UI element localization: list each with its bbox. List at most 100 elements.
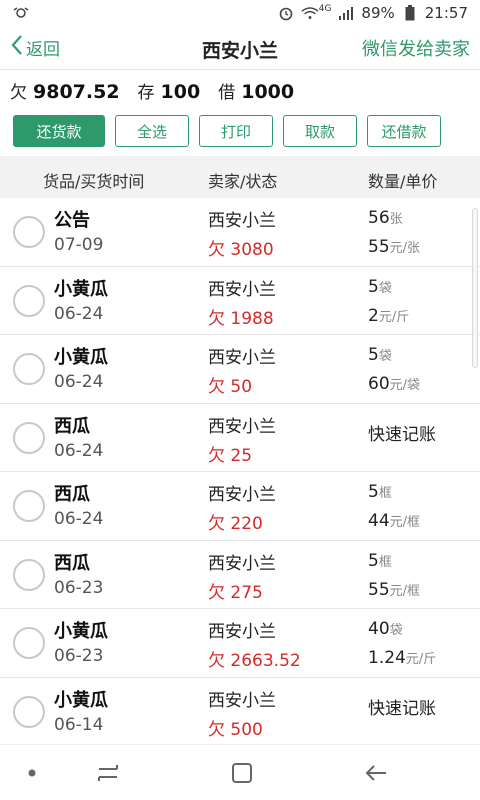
select-radio[interactable] xyxy=(13,284,45,317)
signal-icon xyxy=(337,5,355,21)
price-value: 60 xyxy=(368,374,390,394)
clock: 21:57 xyxy=(424,4,468,22)
select-radio[interactable] xyxy=(13,353,45,385)
price-unit: 元/框 xyxy=(389,583,421,599)
status-bar: 4G 89% 21:57 xyxy=(0,0,480,26)
wechat-send-seller-button[interactable]: 微信发给卖家 xyxy=(362,35,470,61)
purchase-date: 06-24 xyxy=(54,372,104,392)
quantity-value: 5 xyxy=(368,550,379,571)
wifi-icon xyxy=(301,5,319,21)
select-radio[interactable] xyxy=(13,695,45,728)
goods-name: 西瓜 xyxy=(54,415,90,437)
list-item[interactable]: 公告 07-09 西安小兰欠 3080 56张 55元/张 xyxy=(0,198,480,267)
price-value: 1.24 xyxy=(368,648,406,668)
seller-name: 西安小兰 xyxy=(208,553,276,574)
select-radio[interactable] xyxy=(13,490,45,522)
network-label: 4G xyxy=(318,4,332,14)
battery-icon xyxy=(401,5,419,21)
owe-amount: 欠 1988 xyxy=(208,308,274,329)
battery-percent: 89% xyxy=(361,4,395,22)
quick-entry-label: 快速记账 xyxy=(368,424,436,445)
select-all-button[interactable]: 全选 xyxy=(115,115,189,147)
unit-price: 1.24元/斤 xyxy=(368,648,436,668)
quantity: 40袋 xyxy=(368,619,403,639)
purchase-date: 06-24 xyxy=(54,303,104,324)
table-header: 货品/买货时间 卖家/状态 数量/单价 xyxy=(0,156,480,198)
chevron-left-icon xyxy=(10,34,24,61)
price-value: 44 xyxy=(368,511,390,531)
unit-price: 44元/框 xyxy=(368,511,420,531)
quantity-value: 5 xyxy=(368,482,379,502)
print-button[interactable]: 打印 xyxy=(199,115,273,147)
quantity: 56张 xyxy=(368,208,403,228)
borrow-summary: 借 1000 xyxy=(218,78,294,103)
purchase-list: 公告 07-09 西安小兰欠 3080 56张 55元/张 小黄瓜 06-24 西安小兰欠 1… xyxy=(0,198,480,746)
owe-amount: 欠 500 xyxy=(208,719,263,740)
scrollbar[interactable] xyxy=(472,208,478,368)
status-right: 4G 89% 21:57 xyxy=(277,4,468,22)
price-unit: 元/张 xyxy=(389,241,421,256)
seller-name: 西安小兰 xyxy=(208,485,276,505)
unit-price: 55元/框 xyxy=(368,580,420,600)
borrow-value: 1000 xyxy=(241,80,295,103)
quantity-unit: 框 xyxy=(378,486,392,501)
owe-value: 9807.52 xyxy=(33,80,120,103)
list-item[interactable]: 小黄瓜 06-24 西安小兰欠 1988 5袋 2元/斤 xyxy=(0,267,480,335)
price-unit: 元/框 xyxy=(389,515,421,530)
sync-icon xyxy=(12,5,30,21)
recent-apps-icon[interactable] xyxy=(94,759,122,787)
system-navigation-bar xyxy=(0,744,480,800)
quantity-unit: 袋 xyxy=(389,623,403,638)
quantity-unit: 袋 xyxy=(378,349,392,364)
list-item[interactable]: 西瓜 06-23 西安小兰欠 275 5框 55元/框 xyxy=(0,541,480,609)
purchase-date: 06-24 xyxy=(54,509,104,529)
alarm-icon xyxy=(277,5,295,21)
list-item[interactable]: 小黄瓜 06-14 西安小兰欠 500 快速记账 xyxy=(0,678,480,746)
home-icon[interactable] xyxy=(228,759,256,787)
goods-name: 公告 xyxy=(54,210,90,231)
withdraw-button[interactable]: 取款 xyxy=(283,115,357,147)
price-unit: 元/斤 xyxy=(405,652,437,667)
unit-price: 60元/袋 xyxy=(368,374,420,394)
select-radio[interactable] xyxy=(13,558,45,591)
select-radio[interactable] xyxy=(13,216,45,248)
price-value: 2 xyxy=(368,305,379,326)
stock-summary: 存 100 xyxy=(138,78,201,103)
quantity: 5袋 xyxy=(368,345,392,365)
goods-name: 小黄瓜 xyxy=(54,621,108,642)
list-item[interactable]: 小黄瓜 06-24 西安小兰欠 50 5袋 60元/袋 xyxy=(0,335,480,404)
goods-name: 小黄瓜 xyxy=(54,347,108,368)
goods-name: 小黄瓜 xyxy=(54,689,108,711)
goods-name: 西瓜 xyxy=(54,484,90,505)
repay-loan-button[interactable]: 还借款 xyxy=(367,115,441,147)
select-radio[interactable] xyxy=(13,627,45,659)
dot-icon[interactable] xyxy=(18,759,46,787)
quantity-value: 56 xyxy=(368,208,390,228)
price-unit: 元/袋 xyxy=(389,378,421,393)
seller-name: 西安小兰 xyxy=(208,690,276,711)
unit-price: 55元/张 xyxy=(368,237,420,257)
goods-name: 西瓜 xyxy=(54,552,90,574)
back-button[interactable]: 返回 xyxy=(10,34,60,61)
quantity: 5框 xyxy=(368,551,392,571)
nav-bar: 返回 西安小兰 微信发给卖家 xyxy=(0,26,480,70)
select-radio[interactable] xyxy=(13,421,45,454)
owe-amount: 欠 220 xyxy=(208,514,263,534)
owe-label: 欠 xyxy=(10,82,27,103)
owe-amount: 欠 3080 xyxy=(208,240,274,260)
quantity-value: 40 xyxy=(368,619,390,639)
list-item[interactable]: 小黄瓜 06-23 西安小兰欠 2663.52 40袋 1.24元/斤 xyxy=(0,609,480,678)
list-item[interactable]: 西瓜 06-24 西安小兰欠 25 快速记账 xyxy=(0,404,480,472)
quantity-unit: 张 xyxy=(389,212,403,227)
repay-goods-button[interactable]: 还货款 xyxy=(13,115,105,147)
stock-value: 100 xyxy=(160,80,201,103)
back-arrow-icon[interactable] xyxy=(362,759,390,787)
back-label: 返回 xyxy=(26,40,60,60)
quantity-unit: 袋 xyxy=(378,280,392,296)
seller-name: 西安小兰 xyxy=(208,211,276,231)
borrow-label: 借 xyxy=(218,82,236,103)
list-item[interactable]: 西瓜 06-24 西安小兰欠 220 5框 44元/框 xyxy=(0,472,480,541)
seller-name: 西安小兰 xyxy=(208,622,276,642)
stock-label: 存 xyxy=(137,82,155,103)
seller-name: 西安小兰 xyxy=(208,279,276,300)
